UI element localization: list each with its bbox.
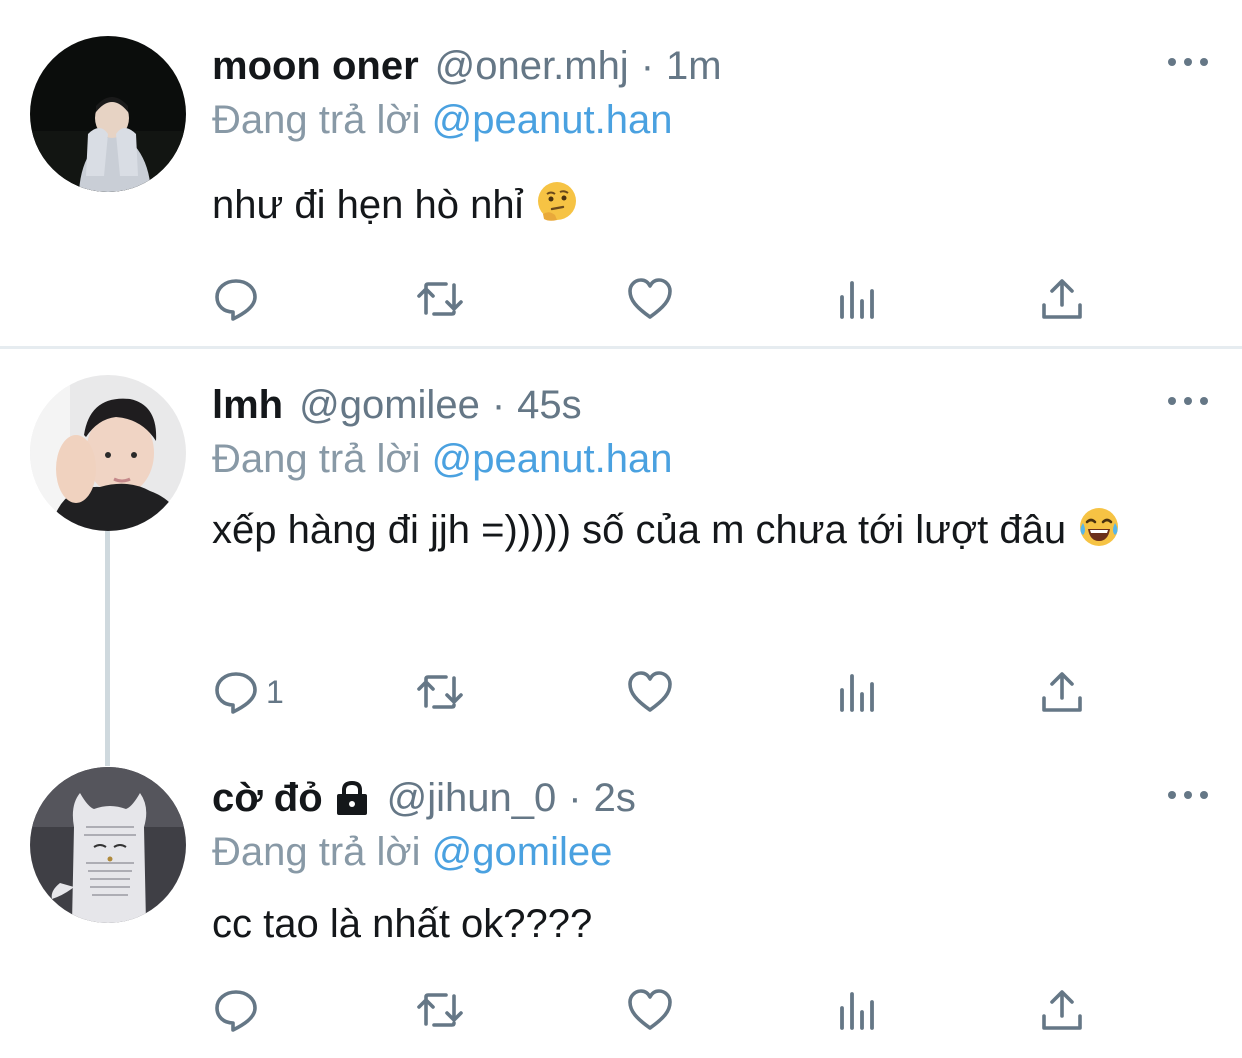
share-button[interactable]: [1038, 274, 1086, 324]
separator-dot: ·: [640, 44, 655, 88]
avatar[interactable]: [30, 767, 186, 923]
tweet-text-content: như đi hẹn hò nhỉ: [212, 183, 524, 227]
tweet-text: như đi hẹn hò nhỉ: [212, 172, 1172, 238]
share-icon: [1042, 279, 1082, 319]
retweet-icon: [417, 282, 463, 316]
thinking-face-emoji: [537, 182, 576, 221]
share-icon: [1042, 672, 1082, 712]
tweet-text-content: cc tao là nhất ok????: [212, 902, 593, 946]
separator-dot: ·: [491, 383, 506, 427]
retweet-icon: [417, 993, 463, 1027]
tweet-actions: [212, 274, 1092, 324]
reply-icon: [215, 279, 257, 321]
lock-icon: [336, 780, 367, 815]
reply-button[interactable]: 1: [212, 667, 284, 717]
display-name[interactable]: cờ đỏ: [212, 771, 323, 825]
more-icon[interactable]: [1168, 391, 1208, 411]
stats-icon: [840, 281, 874, 319]
tweet-text-content: xếp hàng đi jjh =))))) số của m chưa tới…: [212, 508, 1067, 552]
like-button[interactable]: [626, 667, 674, 717]
tweet-text: cc tao là nhất ok????: [212, 891, 1172, 957]
mention-link[interactable]: @peanut.han: [432, 98, 673, 142]
reply-button[interactable]: [212, 274, 266, 324]
like-icon: [628, 278, 672, 319]
like-icon: [628, 671, 672, 712]
like-button[interactable]: [626, 274, 674, 324]
tweet-header: cờ đỏ @jihun_0 · 2s: [212, 771, 636, 825]
more-icon[interactable]: [1168, 52, 1208, 72]
tweet-header: lmh @gomilee · 45s: [212, 378, 582, 432]
tweet-1[interactable]: moon oner @oner.mhj · 1m Đang trả lời @p…: [0, 0, 1242, 346]
retweet-button[interactable]: [416, 274, 464, 324]
stats-button[interactable]: [834, 667, 882, 717]
tweet-header: moon oner @oner.mhj · 1m: [212, 39, 722, 93]
display-name[interactable]: lmh: [212, 378, 283, 432]
share-button[interactable]: [1038, 985, 1086, 1035]
share-button[interactable]: [1038, 667, 1086, 717]
retweet-button[interactable]: [416, 667, 464, 717]
face-with-tears-of-joy-emoji: [1080, 508, 1119, 546]
share-icon: [1042, 990, 1082, 1030]
user-handle[interactable]: @jihun_0: [387, 771, 557, 825]
replying-to-label: Đang trả lời: [212, 437, 421, 481]
mention-link[interactable]: @peanut.han: [432, 437, 673, 481]
tweet-text: xếp hàng đi jjh =))))) số của m chưa tới…: [212, 497, 1172, 563]
retweet-button[interactable]: [416, 985, 464, 1035]
reply-button[interactable]: [212, 985, 266, 1035]
stats-icon: [840, 992, 874, 1030]
more-icon[interactable]: [1168, 785, 1208, 805]
like-icon: [628, 989, 672, 1030]
reply-count: 1: [266, 673, 284, 710]
replying-to: Đang trả lời @peanut.han: [212, 432, 672, 486]
display-name[interactable]: moon oner: [212, 39, 419, 93]
tweet-3[interactable]: cờ đỏ @jihun_0 · 2s Đang trả lời @gomile…: [0, 749, 1242, 1058]
separator-dot: ·: [568, 776, 582, 820]
avatar[interactable]: [30, 375, 186, 531]
reply-icon: [215, 990, 257, 1032]
timestamp[interactable]: 1m: [666, 39, 722, 93]
replying-to-label: Đang trả lời: [212, 830, 421, 874]
replying-to-label: Đang trả lời: [212, 98, 421, 142]
reply-icon: [215, 672, 257, 714]
replying-to: Đang trả lời @gomilee: [212, 825, 612, 879]
mention-link[interactable]: @gomilee: [432, 830, 613, 874]
tweet-actions: 1: [212, 667, 1092, 717]
tweet-2[interactable]: lmh @gomilee · 45s Đang trả lời @peanut.…: [0, 349, 1242, 749]
stats-icon: [840, 674, 874, 712]
timestamp[interactable]: 45s: [517, 378, 582, 432]
like-button[interactable]: [626, 985, 674, 1035]
stats-button[interactable]: [834, 985, 882, 1035]
stats-button[interactable]: [834, 274, 882, 324]
tweet-actions: [212, 985, 1092, 1035]
user-handle[interactable]: @gomilee: [299, 378, 480, 432]
timestamp[interactable]: 2s: [594, 771, 636, 825]
replying-to: Đang trả lời @peanut.han: [212, 93, 672, 147]
retweet-icon: [417, 675, 463, 709]
avatar[interactable]: [30, 36, 186, 192]
user-handle[interactable]: @oner.mhj: [435, 39, 629, 93]
